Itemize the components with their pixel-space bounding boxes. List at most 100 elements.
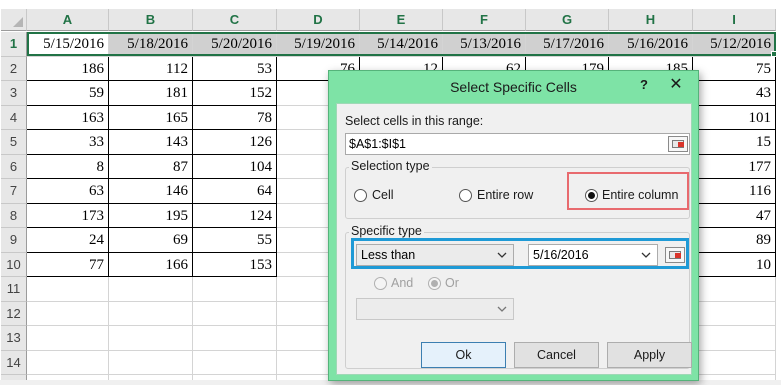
cell-c14[interactable] — [193, 350, 277, 375]
row-header-11[interactable]: 11 — [1, 277, 27, 302]
cell-a8[interactable]: 173 — [27, 203, 109, 228]
column-header-g[interactable]: G — [526, 9, 609, 31]
condition-select[interactable]: Less than — [356, 244, 514, 266]
row-header-7[interactable]: 7 — [1, 179, 27, 204]
range-picker-button[interactable] — [668, 136, 688, 152]
column-header-f[interactable]: F — [443, 9, 526, 31]
radio-entire-row[interactable] — [459, 189, 472, 202]
cell-i11[interactable] — [693, 277, 776, 302]
cell-a1[interactable]: 5/15/2016 — [27, 32, 109, 57]
cell-b9[interactable]: 69 — [109, 228, 193, 253]
cell-i6[interactable]: 177 — [693, 154, 776, 179]
cell-d1[interactable]: 5/19/2016 — [277, 32, 360, 57]
radio-and-label[interactable]: And — [391, 276, 413, 290]
row-header-14[interactable]: 14 — [1, 350, 27, 375]
cell-c11[interactable] — [193, 277, 277, 302]
row-header-4[interactable]: 4 — [1, 105, 27, 130]
row-header-10[interactable]: 10 — [1, 252, 27, 277]
cell-i5[interactable]: 15 — [693, 130, 776, 155]
fill-handle[interactable] — [771, 51, 777, 57]
cell-a6[interactable]: 8 — [27, 154, 109, 179]
column-header-e[interactable]: E — [360, 9, 443, 31]
row-header-3[interactable]: 3 — [1, 81, 27, 106]
cell-c1[interactable]: 5/20/2016 — [193, 32, 277, 57]
close-button[interactable]: ✕ — [662, 74, 690, 96]
cell-b13[interactable] — [109, 326, 193, 351]
cell-b3[interactable]: 181 — [109, 81, 193, 106]
cell-b10[interactable]: 166 — [109, 252, 193, 277]
ok-button[interactable]: Ok — [421, 342, 506, 368]
column-header-i[interactable]: I — [693, 9, 776, 31]
cell-c2[interactable]: 53 — [193, 56, 277, 81]
row-header-9[interactable]: 9 — [1, 228, 27, 253]
cell-i1[interactable]: 5/12/2016 — [693, 32, 776, 57]
row-header-2[interactable]: 2 — [1, 56, 27, 81]
cell-b5[interactable]: 143 — [109, 130, 193, 155]
cell-b1[interactable]: 5/18/2016 — [109, 32, 193, 57]
value-picker-button[interactable] — [665, 247, 685, 263]
cell-b11[interactable] — [109, 277, 193, 302]
cell-f1[interactable]: 5/13/2016 — [443, 32, 526, 57]
radio-or[interactable] — [428, 277, 441, 290]
cancel-button[interactable]: Cancel — [514, 342, 599, 368]
cell-a10[interactable]: 77 — [27, 252, 109, 277]
cell-a13[interactable] — [27, 326, 109, 351]
radio-or-label[interactable]: Or — [445, 276, 459, 290]
cell-a9[interactable]: 24 — [27, 228, 109, 253]
cell-b8[interactable]: 195 — [109, 203, 193, 228]
row-header-8[interactable]: 8 — [1, 203, 27, 228]
cell-a14[interactable] — [27, 350, 109, 375]
column-header-d[interactable]: D — [277, 9, 360, 31]
cell-a7[interactable]: 63 — [27, 179, 109, 204]
range-input[interactable]: $A$1:$I$1 — [345, 133, 690, 155]
select-all-corner[interactable] — [1, 9, 27, 31]
cell-b14[interactable] — [109, 350, 193, 375]
column-header-a[interactable]: A — [27, 9, 109, 31]
column-header-b[interactable]: B — [109, 9, 193, 31]
cell-b6[interactable]: 87 — [109, 154, 193, 179]
radio-cell[interactable] — [354, 189, 367, 202]
cell-a3[interactable]: 59 — [27, 81, 109, 106]
row-header-13[interactable]: 13 — [1, 326, 27, 351]
cell-a2[interactable]: 186 — [27, 56, 109, 81]
column-header-h[interactable]: H — [609, 9, 693, 31]
row-header-12[interactable]: 12 — [1, 301, 27, 326]
cell-a11[interactable] — [27, 277, 109, 302]
cell-c12[interactable] — [193, 301, 277, 326]
row-header-5[interactable]: 5 — [1, 130, 27, 155]
cell-b2[interactable]: 112 — [109, 56, 193, 81]
cell-c8[interactable]: 124 — [193, 203, 277, 228]
cell-i13[interactable] — [693, 326, 776, 351]
cell-e1[interactable]: 5/14/2016 — [360, 32, 443, 57]
cell-b4[interactable]: 165 — [109, 105, 193, 130]
cell-i12[interactable] — [693, 301, 776, 326]
cell-c10[interactable]: 153 — [193, 252, 277, 277]
cell-a12[interactable] — [27, 301, 109, 326]
cell-c4[interactable]: 78 — [193, 105, 277, 130]
second-condition-select[interactable] — [356, 298, 514, 320]
radio-and[interactable] — [374, 277, 387, 290]
cell-c9[interactable]: 55 — [193, 228, 277, 253]
cell-c7[interactable]: 64 — [193, 179, 277, 204]
cell-c3[interactable]: 152 — [193, 81, 277, 106]
cell-c6[interactable]: 104 — [193, 154, 277, 179]
cell-b7[interactable]: 146 — [109, 179, 193, 204]
date-value-select[interactable]: 5/16/2016 — [528, 244, 658, 266]
cell-i2[interactable]: 75 — [693, 56, 776, 81]
cell-i14[interactable] — [693, 350, 776, 375]
radio-cell-label[interactable]: Cell — [372, 188, 394, 202]
help-button[interactable]: ? — [634, 74, 654, 96]
cell-i3[interactable]: 43 — [693, 81, 776, 106]
cell-b12[interactable] — [109, 301, 193, 326]
cell-h1[interactable]: 5/16/2016 — [609, 32, 693, 57]
cell-i4[interactable]: 101 — [693, 105, 776, 130]
cell-c5[interactable]: 126 — [193, 130, 277, 155]
cell-g1[interactable]: 5/17/2016 — [526, 32, 609, 57]
cell-i8[interactable]: 47 — [693, 203, 776, 228]
cell-a4[interactable]: 163 — [27, 105, 109, 130]
apply-button[interactable]: Apply — [607, 342, 692, 368]
row-header-1[interactable]: 1 — [1, 32, 27, 57]
cell-i9[interactable]: 89 — [693, 228, 776, 253]
column-header-c[interactable]: C — [193, 9, 277, 31]
cell-i10[interactable]: 10 — [693, 252, 776, 277]
